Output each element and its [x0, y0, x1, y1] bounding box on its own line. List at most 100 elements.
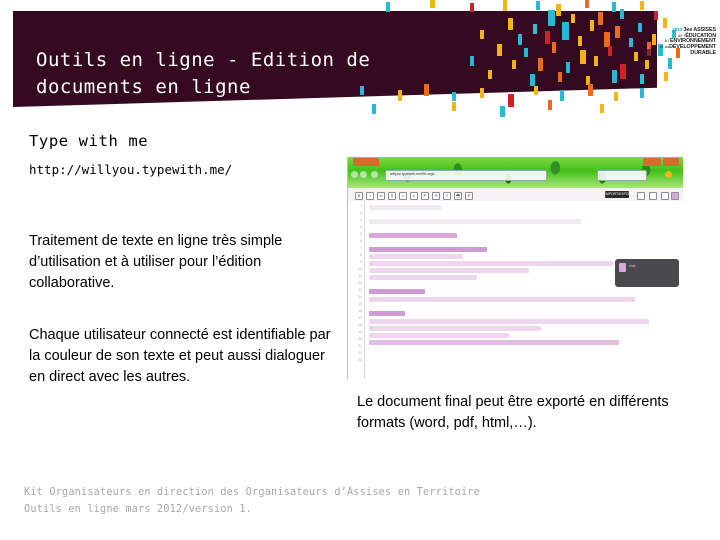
logo-accent-bar	[647, 42, 651, 56]
assises-logo: 2013 3es ASSISES de l'ÉDUCATION À l'ENVI…	[647, 27, 716, 56]
settings-icon[interactable]	[661, 191, 669, 200]
toolbar-icon[interactable]: ¶	[465, 191, 473, 200]
browser-tab[interactable]	[643, 158, 661, 166]
toolbar-icon[interactable]: ≡	[443, 191, 451, 200]
chat-panel-label: chat	[629, 264, 636, 268]
confetti-rect	[629, 38, 633, 47]
confetti-rect	[503, 0, 507, 11]
chat-icon[interactable]	[671, 191, 679, 200]
document-line	[369, 289, 425, 294]
confetti-rect	[638, 23, 642, 32]
confetti-rect	[585, 0, 589, 8]
toolbar-icon[interactable]: I	[366, 191, 374, 200]
confetti-rect	[534, 86, 538, 95]
confetti-rect	[608, 46, 612, 56]
confetti-rect	[548, 10, 555, 26]
line-number: 6	[360, 239, 362, 243]
confetti-rect	[654, 11, 658, 20]
toolbar-icon[interactable]: »	[410, 191, 418, 200]
confetti-rect	[612, 70, 617, 83]
line-number: 10	[358, 267, 362, 271]
description-paragraph-3: Le document final peut être exporté en d…	[357, 394, 669, 431]
footer-text: Kit Organisateurs en direction des Organ…	[24, 487, 481, 515]
timeslider-icon[interactable]	[649, 191, 657, 200]
toolbar-icon[interactable]: S	[388, 191, 396, 200]
document-line	[369, 205, 441, 210]
line-number: 23	[358, 358, 362, 362]
confetti-rect	[634, 52, 638, 61]
browser-url-input[interactable]: willyou.typewith.me/Kit-orga	[385, 170, 547, 181]
toolbar-icon[interactable]: ⬒	[454, 191, 462, 200]
document-line	[369, 311, 405, 316]
line-number: 19	[358, 330, 362, 334]
toolbar-icon[interactable]: ↷	[432, 191, 440, 200]
confetti-rect	[560, 90, 564, 101]
header-banner: Outils en ligne - Edition de documents e…	[0, 0, 720, 118]
line-number: 5	[360, 232, 362, 236]
line-number: 1	[360, 204, 362, 208]
logo-year: 2013	[672, 27, 683, 32]
toolbar-icon[interactable]: ↶	[421, 191, 429, 200]
confetti-rect	[571, 14, 575, 23]
confetti-rect	[536, 1, 540, 10]
toolbar-icon[interactable]: B	[355, 191, 363, 200]
browser-search-input[interactable]	[597, 170, 647, 181]
color-picker-icon[interactable]	[637, 191, 645, 200]
confetti-rect	[580, 50, 586, 64]
confetti-rect	[614, 92, 618, 101]
document-line	[369, 297, 635, 302]
browser-tab[interactable]	[663, 158, 679, 166]
confetti-rect	[640, 1, 644, 10]
toolbar-icon[interactable]: U	[377, 191, 385, 200]
reload-icon[interactable]	[371, 171, 378, 178]
chat-user-avatar	[619, 263, 626, 272]
line-number: 22	[358, 351, 362, 355]
embedded-app-screenshot: willyou.typewith.me/Kit-orga IMPORT/EXPO…	[347, 157, 683, 379]
confetti-rect	[452, 102, 456, 111]
document-line	[369, 275, 477, 280]
browser-url-text: willyou.typewith.me/Kit-orga	[390, 172, 435, 177]
chat-panel[interactable]: chat	[615, 259, 679, 287]
bookmark-star-icon[interactable]	[665, 171, 672, 178]
confetti-rect	[663, 18, 667, 28]
confetti-rect	[566, 62, 570, 73]
line-number: 11	[358, 274, 362, 278]
confetti-rect	[530, 74, 535, 86]
confetti-rect	[590, 20, 594, 31]
forward-icon[interactable]	[360, 171, 367, 178]
confetti-rect	[518, 34, 522, 45]
confetti-rect	[640, 88, 644, 98]
confetti-rect	[640, 74, 644, 84]
page-title: Outils en ligne - Edition de documents e…	[36, 49, 371, 98]
confetti-rect	[600, 104, 604, 113]
confetti-rect	[508, 18, 513, 30]
document-line	[369, 340, 619, 345]
confetti-rect	[430, 0, 435, 8]
confetti-rect	[578, 36, 582, 46]
back-icon[interactable]	[351, 171, 358, 178]
confetti-rect	[556, 4, 561, 16]
confetti-rect	[598, 12, 603, 25]
import-export-button[interactable]: IMPORT/EXPORT	[605, 191, 633, 198]
confetti-rect	[612, 2, 616, 12]
logo-line-5-main: DURABLE	[690, 49, 716, 56]
tool-url[interactable]: http://willyou.typewith.me/	[29, 160, 329, 180]
line-number: 12	[358, 281, 362, 285]
line-number: 3	[360, 218, 362, 222]
toolbar-icon[interactable]: «	[399, 191, 407, 200]
confetti-rect	[500, 106, 505, 117]
confetti-rect	[558, 72, 562, 82]
confetti-rect	[664, 72, 668, 81]
tool-heading: Type with me	[29, 132, 149, 150]
line-number: 16	[358, 309, 362, 313]
confetti-rect	[524, 48, 528, 57]
browser-tab[interactable]	[353, 158, 379, 166]
description-paragraph-2: Chaque utilisateur connecté est identifi…	[29, 327, 331, 385]
document-line	[369, 326, 541, 331]
document-line	[369, 219, 581, 224]
line-number-gutter: 1 2 3 4 5 6 7 8 9 10 11 12 13 14 15 16 17 18 19 20 21 22 23	[355, 201, 365, 379]
logo-line-4-prefix: et au	[660, 44, 670, 50]
editor-document-body[interactable]: 1 2 3 4 5 6 7 8 9 10 11 12 13 14 15 16 17 18 19 20 21 22 23 ch…	[347, 201, 683, 379]
document-line	[369, 254, 463, 259]
document-line	[369, 261, 613, 266]
